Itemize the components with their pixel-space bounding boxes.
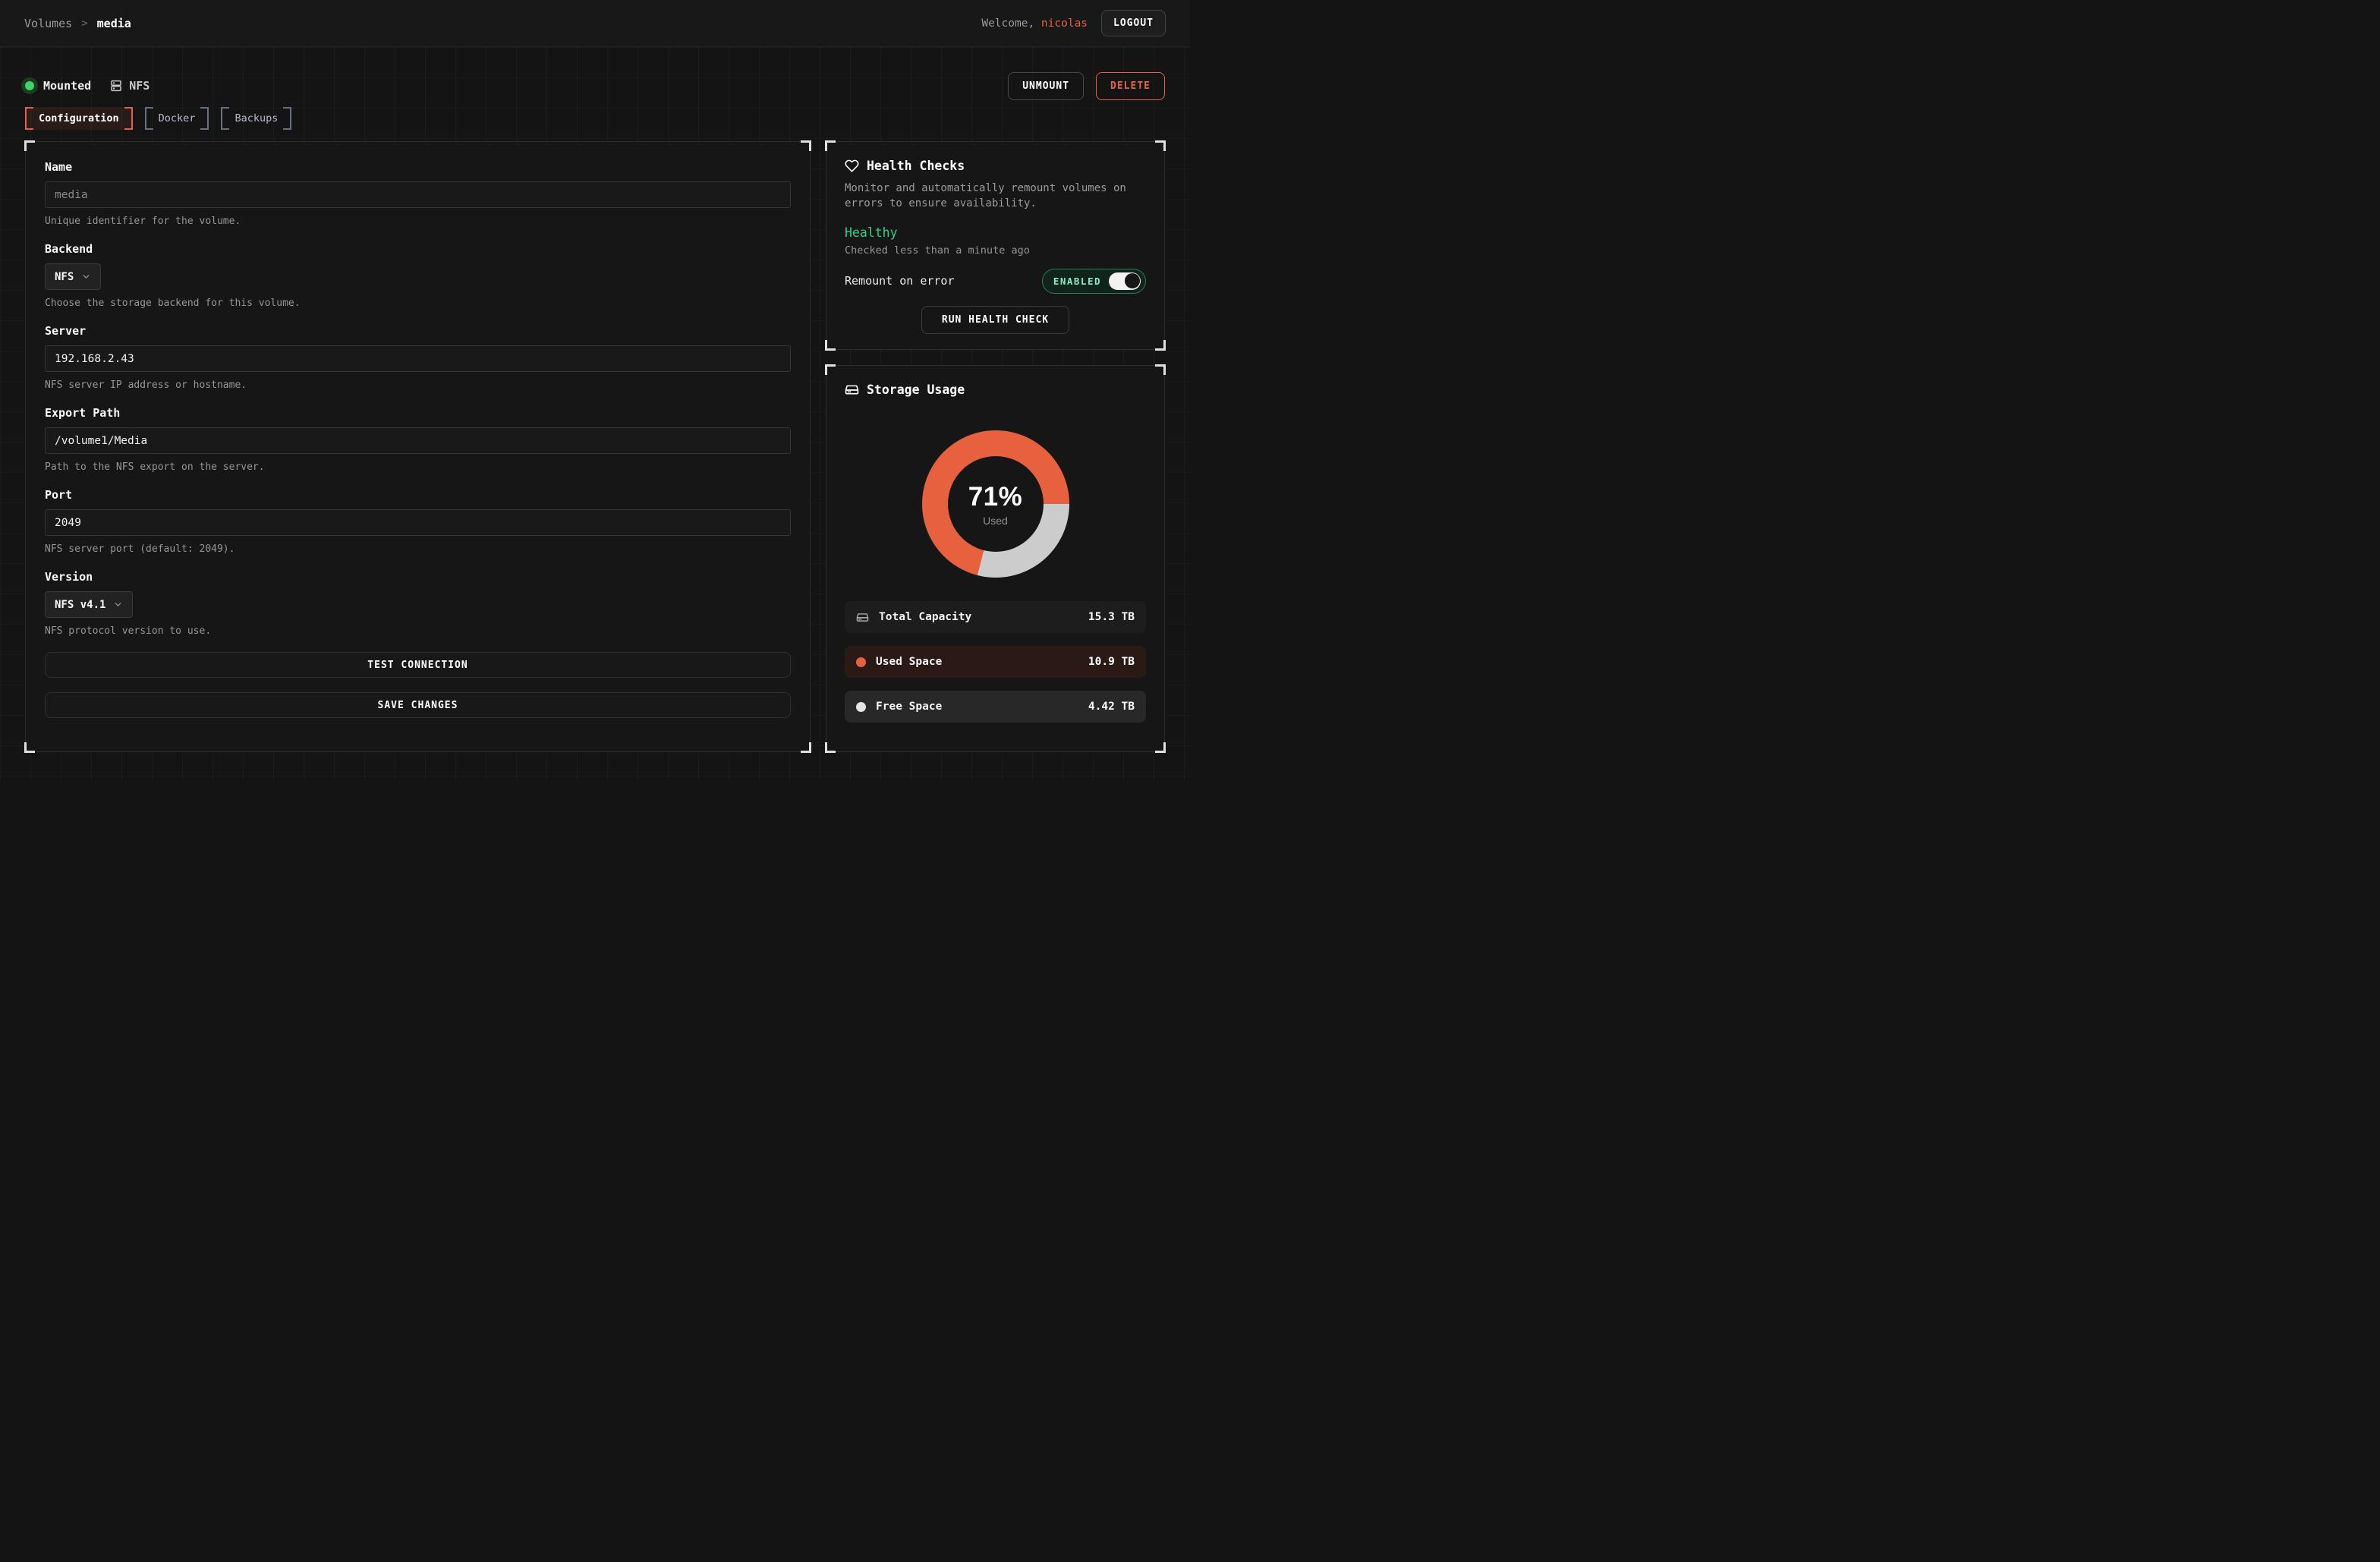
breadcrumb-separator-icon: > (81, 17, 87, 30)
logout-button[interactable]: LOGOUT (1101, 10, 1166, 36)
save-changes-button[interactable]: SAVE CHANGES (45, 692, 791, 718)
health-checks-card: Health Checks Monitor and automatically … (826, 141, 1165, 350)
server-stack-icon (109, 79, 123, 93)
backend-help: Choose the storage backend for this volu… (45, 298, 791, 309)
backend-select-value: NFS (55, 271, 74, 283)
backend-badge: NFS (109, 79, 150, 93)
corner-bracket (825, 742, 836, 753)
name-label: Name (45, 160, 791, 174)
tab-bar: Configuration Docker Backups (25, 107, 1165, 130)
version-label: Version (45, 570, 791, 584)
toggle-knob (1125, 273, 1140, 288)
version-select-value: NFS v4.1 (55, 599, 105, 611)
page-body: Mounted NFS UNMOUNT DELETE Configuration… (0, 47, 1190, 781)
corner-bracket (825, 340, 836, 351)
used-space-label: Used Space (876, 656, 942, 668)
remount-on-error-label: Remount on error (845, 274, 955, 288)
corner-bracket (825, 140, 836, 151)
hard-drive-icon (845, 383, 859, 397)
status-row: Mounted NFS UNMOUNT DELETE (25, 47, 1165, 99)
remount-toggle[interactable]: ENABLED (1042, 269, 1146, 294)
chevron-down-icon (81, 272, 91, 282)
donut-center-label: Used (983, 515, 1008, 527)
free-space-dot-icon (856, 702, 866, 712)
backend-badge-label: NFS (129, 79, 150, 93)
health-card-title: Health Checks (867, 159, 965, 173)
corner-bracket (1155, 340, 1166, 351)
free-space-value: 4.42 TB (1088, 701, 1135, 713)
backend-select[interactable]: NFS (45, 263, 101, 290)
used-space-value: 10.9 TB (1088, 656, 1135, 668)
donut-center-value: 71% (968, 482, 1023, 512)
mounted-status-dot (25, 81, 34, 90)
health-card-description: Monitor and automatically remount volume… (845, 181, 1146, 212)
version-help: NFS protocol version to use. (45, 625, 791, 637)
tab-docker[interactable]: Docker (145, 107, 209, 130)
corner-bracket (801, 140, 811, 151)
mount-status-label: Mounted (43, 79, 91, 93)
server-help: NFS server IP address or hostname. (45, 379, 791, 391)
delete-button[interactable]: DELETE (1096, 72, 1165, 100)
storage-legend: Total Capacity 15.3 TB Used Space 10.9 T… (845, 601, 1146, 723)
total-capacity-value: 15.3 TB (1088, 611, 1135, 623)
port-input[interactable] (45, 509, 791, 536)
tab-backups[interactable]: Backups (221, 107, 291, 130)
heart-icon (845, 159, 859, 173)
breadcrumb-volumes[interactable]: Volumes (24, 17, 72, 30)
used-space-dot-icon (856, 657, 866, 667)
corner-bracket (825, 364, 836, 375)
free-space-label: Free Space (876, 701, 942, 713)
breadcrumb: Volumes > media (24, 17, 131, 30)
corner-bracket (1155, 140, 1166, 151)
storage-card-title: Storage Usage (867, 383, 965, 397)
used-space-row: Used Space 10.9 TB (845, 646, 1146, 678)
health-status-text: Healthy (845, 225, 1146, 240)
port-help: NFS server port (default: 2049). (45, 543, 791, 555)
name-input[interactable] (45, 181, 791, 208)
server-label: Server (45, 324, 791, 338)
test-connection-button[interactable]: TEST CONNECTION (45, 652, 791, 678)
port-label: Port (45, 488, 791, 502)
mount-status: Mounted (25, 79, 91, 93)
server-input[interactable] (45, 345, 791, 372)
version-select[interactable]: NFS v4.1 (45, 591, 133, 618)
corner-bracket (24, 742, 35, 753)
hard-drive-icon (856, 611, 869, 624)
breadcrumb-current: media (97, 17, 131, 30)
health-checked-text: Checked less than a minute ago (845, 244, 1146, 257)
unmount-button[interactable]: UNMOUNT (1008, 72, 1084, 100)
remount-toggle-label: ENABLED (1053, 276, 1101, 287)
toggle-track (1109, 272, 1141, 290)
corner-bracket (1155, 742, 1166, 753)
corner-bracket (801, 742, 811, 753)
storage-donut-chart: 71% Used (922, 430, 1069, 578)
username: nicolas (1041, 17, 1088, 30)
welcome-text: Welcome, nicolas (981, 17, 1088, 30)
export-path-help: Path to the NFS export on the server. (45, 461, 791, 473)
name-help: Unique identifier for the volume. (45, 216, 791, 227)
corner-bracket (1155, 364, 1166, 375)
export-path-input[interactable] (45, 427, 791, 454)
corner-bracket (24, 140, 35, 151)
free-space-row: Free Space 4.42 TB (845, 691, 1146, 723)
total-capacity-row: Total Capacity 15.3 TB (845, 601, 1146, 633)
tab-configuration[interactable]: Configuration (25, 107, 133, 130)
welcome-prefix: Welcome, (981, 17, 1034, 30)
storage-usage-card: Storage Usage 71% Used (826, 365, 1165, 752)
export-path-label: Export Path (45, 406, 791, 420)
configuration-card: Name Unique identifier for the volume. B… (25, 141, 811, 752)
run-health-check-button[interactable]: RUN HEALTH CHECK (921, 306, 1069, 334)
topbar: Volumes > media Welcome, nicolas LOGOUT (0, 0, 1190, 47)
total-capacity-label: Total Capacity (879, 611, 971, 623)
chevron-down-icon (113, 600, 123, 609)
backend-label: Backend (45, 242, 791, 256)
